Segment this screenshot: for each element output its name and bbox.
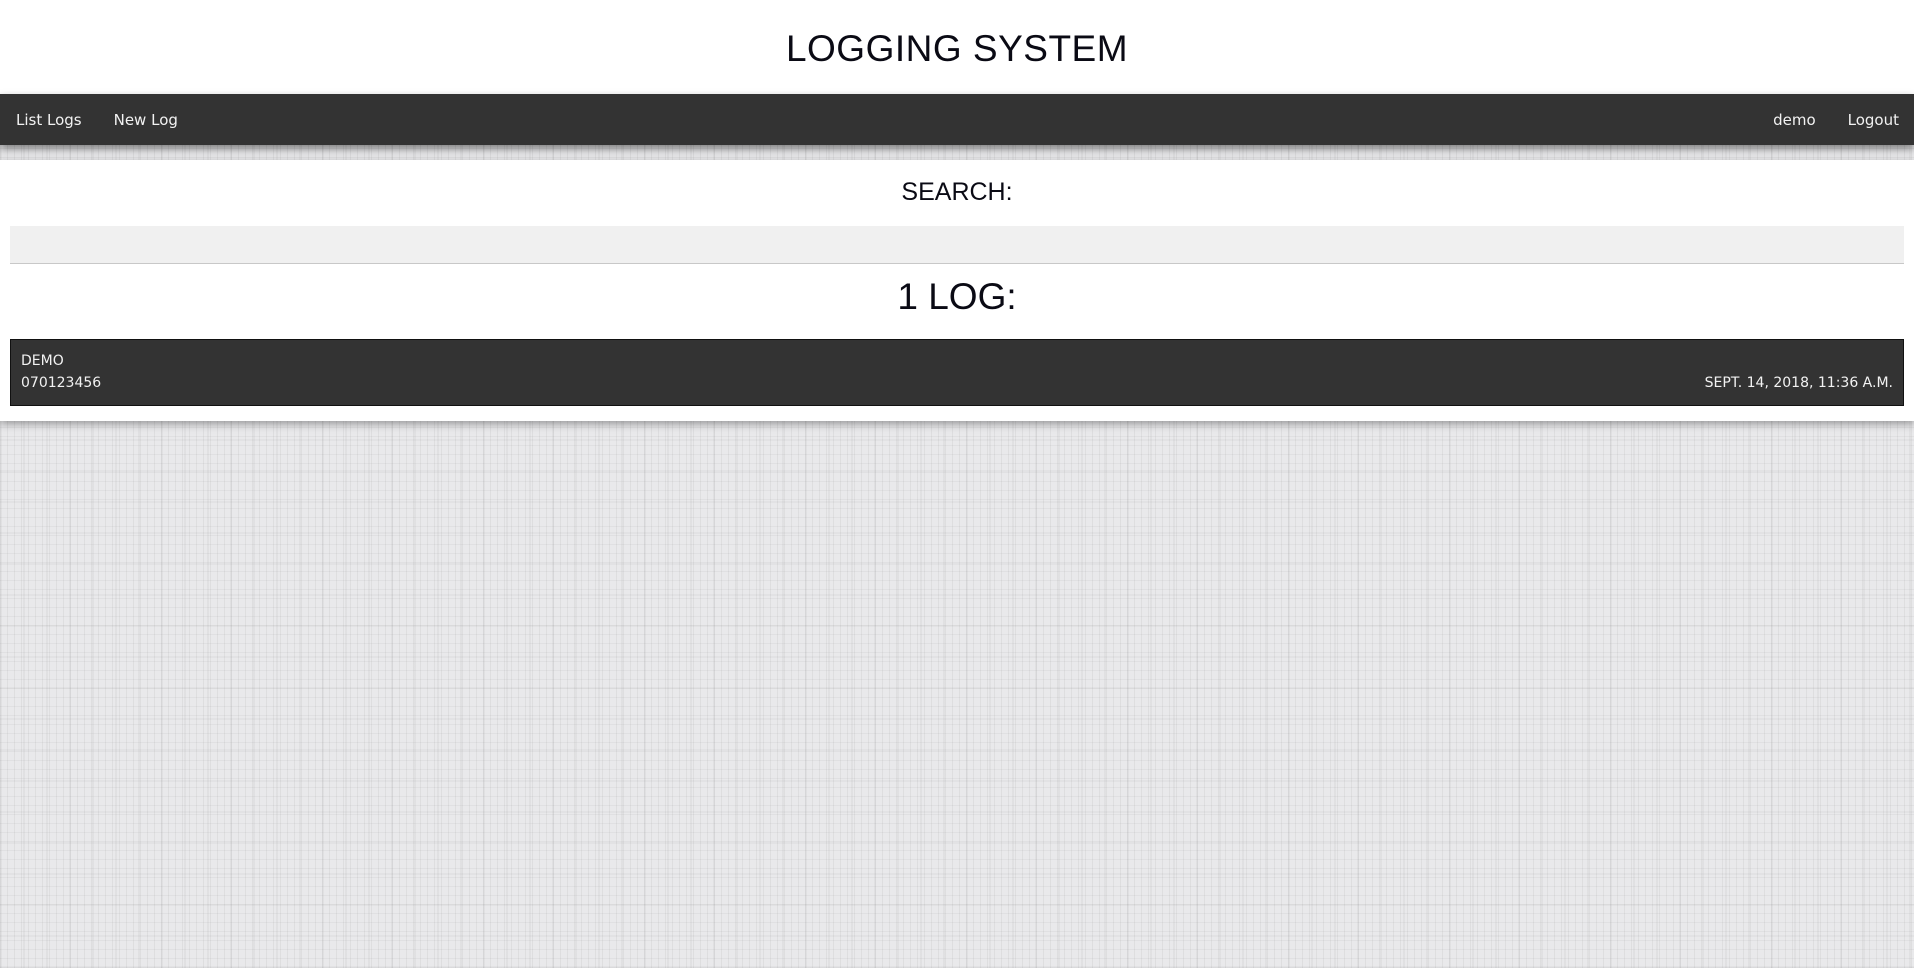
nav-user-link[interactable]: demo [1773, 111, 1816, 129]
nav-right-group: demo Logout [1757, 111, 1914, 129]
log-phone-number: 070123456 [21, 375, 102, 391]
top-navbar: List Logs New Log demo Logout [0, 94, 1914, 145]
log-name: DEMO [21, 353, 64, 369]
site-header: LOGGING SYSTEM [0, 0, 1914, 94]
nav-left-group: List Logs New Log [0, 111, 194, 129]
log-timestamp: SEPT. 14, 2018, 11:36 A.M. [1704, 375, 1893, 391]
nav-new-log-link[interactable]: New Log [114, 111, 178, 129]
site-title: LOGGING SYSTEM [785, 28, 1129, 69]
logs-count-heading: 1 LOG: [897, 276, 1017, 317]
nav-logout-link[interactable]: Logout [1848, 111, 1899, 129]
log-list-item[interactable]: DEMO 070123456 SEPT. 14, 2018, 11:36 A.M… [10, 339, 1904, 406]
main-panel: SEARCH: 1 LOG: DEMO 070123456 SEPT. 14, … [0, 160, 1914, 421]
search-heading: SEARCH: [901, 178, 1013, 206]
nav-list-logs-link[interactable]: List Logs [16, 111, 82, 129]
search-input[interactable] [10, 226, 1904, 264]
